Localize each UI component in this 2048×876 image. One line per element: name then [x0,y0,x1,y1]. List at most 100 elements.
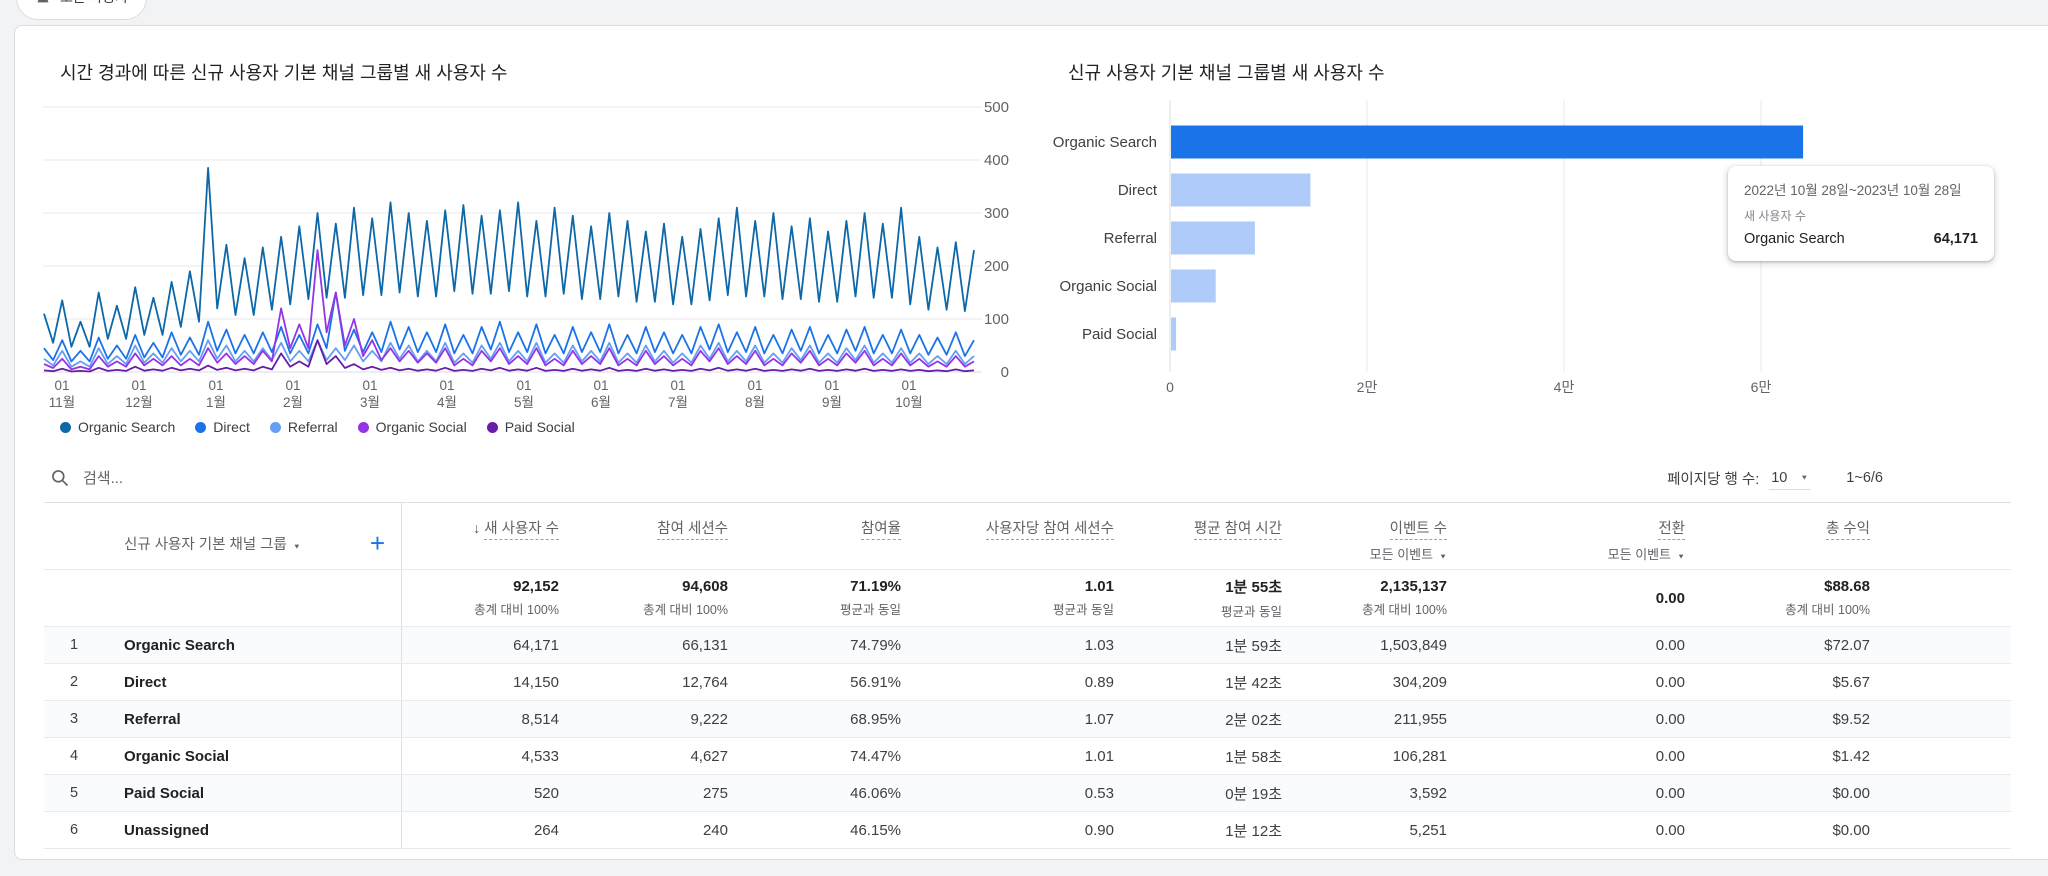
svg-text:2월: 2월 [283,395,303,410]
svg-text:01: 01 [901,378,916,393]
column-header-7[interactable]: 전환 모든 이벤트 ▼ [1447,503,1685,569]
metric-cell: 46.06% [850,784,901,802]
event-filter-dropdown[interactable]: 모든 이벤트 ▼ [1370,544,1447,563]
metric-cell: 4,627 [690,747,728,765]
totals-cell: 0.00 [1655,589,1685,607]
table-row[interactable]: 6 Unassigned 264 240 46.15% 0.90 1분 12초 5,251 0.… [44,812,2011,849]
line-chart-legend: Organic Search Direct Referral Organic Soci… [60,419,575,435]
metric-cell: 68.95% [850,710,901,728]
tooltip-date-range: 2022년 10월 28일~2023년 10월 28일 [1744,183,1962,198]
column-header-6[interactable]: 이벤트 수 모든 이벤트 ▼ [1282,503,1447,569]
metric-cell: 4,533 [521,747,559,765]
svg-text:Organic Search: Organic Search [1053,134,1157,151]
dimension-column-header[interactable]: 신규 사용자 기본 채널 그룹 ▼ + [104,503,402,569]
totals-cell: 92,152 총계 대비 100% [474,578,559,617]
table-row[interactable]: 5 Paid Social 520 275 46.06% 0.53 0분 19초 3,592 0… [44,775,2011,812]
metric-cell: 12,764 [682,673,728,691]
metric-cell: 0.53 [1084,784,1114,802]
metric-cell: 0.00 [1655,821,1685,839]
table-row[interactable]: 1 Organic Search 64,171 66,131 74.79% 1.03 1분 … [44,627,2011,664]
row-number: 4 [69,748,79,764]
svg-text:01: 01 [131,378,146,393]
column-header-8[interactable]: 총 수익 [1685,503,1870,569]
metric-cell: 264 [533,821,559,839]
chevron-down-icon: ▼ [1800,473,1809,482]
metric-cell: 0.00 [1655,673,1685,691]
svg-text:Paid Social: Paid Social [1082,326,1157,343]
line-chart[interactable]: 01002003004005000111월0112월011월012월013월01… [37,100,1027,415]
totals-cell: 94,608 총계 대비 100% [643,578,728,617]
svg-text:Referral: Referral [1104,230,1157,247]
pagination-controls: 페이지당 행 수: 10 ▼ 1~6/6 [1667,467,2011,490]
table-search[interactable] [50,468,1667,488]
table-row[interactable]: 4 Organic Social 4,533 4,627 74.47% 1.01 1분 58… [44,738,2011,775]
svg-text:01: 01 [54,378,69,393]
metric-cell: $72.07 [1824,636,1870,654]
table-row[interactable]: 2 Direct 14,150 12,764 56.91% 0.89 1분 42초 304,2… [44,664,2011,701]
metric-cell: 1.07 [1084,710,1114,728]
channel-name: Organic Social [104,738,402,774]
column-header-3[interactable]: 참여율 [728,503,901,569]
svg-text:01: 01 [824,378,839,393]
table-row[interactable]: 3 Referral 8,514 9,222 68.95% 1.07 2분 02초 211,9… [44,701,2011,738]
svg-text:01: 01 [362,378,377,393]
row-number: 6 [69,822,79,838]
legend-item-organic-social[interactable]: Organic Social [357,419,467,435]
table-totals-row: 92,152 총계 대비 100% 94,608 총계 대비 100% 71.19% 평균… [44,570,2011,627]
svg-text:3월: 3월 [360,395,380,410]
metric-cell: 1분 42초 [1225,674,1282,692]
event-filter-dropdown[interactable]: 모든 이벤트 ▼ [1608,544,1685,563]
tooltip-metric-label: 새 사용자 수 [1744,209,1806,223]
metric-cell: 0.00 [1655,784,1685,802]
metric-cell: 14,150 [513,673,559,691]
channel-name: Paid Social [104,775,402,811]
metric-cell: $0.00 [1832,821,1870,839]
metric-cell: 56.91% [850,673,901,691]
legend-item-direct[interactable]: Direct [195,419,250,435]
legend-dot-icon [269,421,281,433]
column-header-4[interactable]: 사용자당 참여 세션수 [901,503,1114,569]
metric-cell: 74.47% [850,747,901,765]
legend-item-paid-social[interactable]: Paid Social [486,419,575,435]
metric-cell: 5,251 [1409,821,1447,839]
svg-text:11월: 11월 [49,395,75,410]
svg-text:4월: 4월 [437,395,457,410]
metric-cell: 46.15% [850,821,901,839]
row-number: 3 [69,711,79,727]
tooltip-value: 64,171 [1933,231,1978,247]
line-chart-title: 시간 경과에 따른 신규 사용자 기본 채널 그룹별 새 사용자 수 [60,63,508,83]
metric-cell: 66,131 [682,636,728,654]
row-number: 5 [69,785,79,801]
legend-item-referral[interactable]: Referral [269,419,338,435]
svg-text:01: 01 [593,378,608,393]
column-header-5[interactable]: 평균 참여 시간 [1114,503,1282,569]
comparison-chip-all-users[interactable]: 모든 사용자 [16,0,148,20]
svg-text:5월: 5월 [514,395,534,410]
metric-cell: 0.00 [1655,636,1685,654]
svg-text:8월: 8월 [745,395,765,410]
legend-item-organic-search[interactable]: Organic Search [60,419,175,435]
metric-cell: 1,503,849 [1380,636,1447,654]
svg-text:01: 01 [516,378,531,393]
search-input[interactable] [81,468,405,488]
totals-dimension-spacer [104,570,402,626]
column-header-2[interactable]: 참여 세션수 [559,503,728,569]
legend-dot-icon [195,421,207,433]
totals-cell: 2,135,137 총계 대비 100% [1362,578,1447,617]
add-dimension-button[interactable]: + [370,530,385,556]
rows-per-page-select[interactable]: 10 ▼ [1769,467,1811,490]
metric-cell: 1분 58초 [1225,748,1282,766]
metric-cell: 275 [702,784,728,802]
column-header-1[interactable]: ↓ 새 사용자 수 [402,503,559,569]
metric-cell: 1.03 [1084,636,1114,654]
charts-section: 시간 경과에 따른 신규 사용자 기본 채널 그룹별 새 사용자 수 신규 사용… [15,26,2048,454]
metric-cell: 240 [702,821,728,839]
channel-name: Referral [104,701,402,737]
svg-text:01: 01 [747,378,762,393]
table-body: 1 Organic Search 64,171 66,131 74.79% 1.03 1분 … [44,627,2011,849]
chevron-down-icon[interactable]: ▼ [293,542,301,550]
svg-text:Organic Social: Organic Social [1059,278,1157,295]
metric-cell: 2분 02초 [1225,711,1282,729]
sort-descending-icon: ↓ [472,521,481,537]
totals-cell: $88.68 총계 대비 100% [1785,578,1870,617]
